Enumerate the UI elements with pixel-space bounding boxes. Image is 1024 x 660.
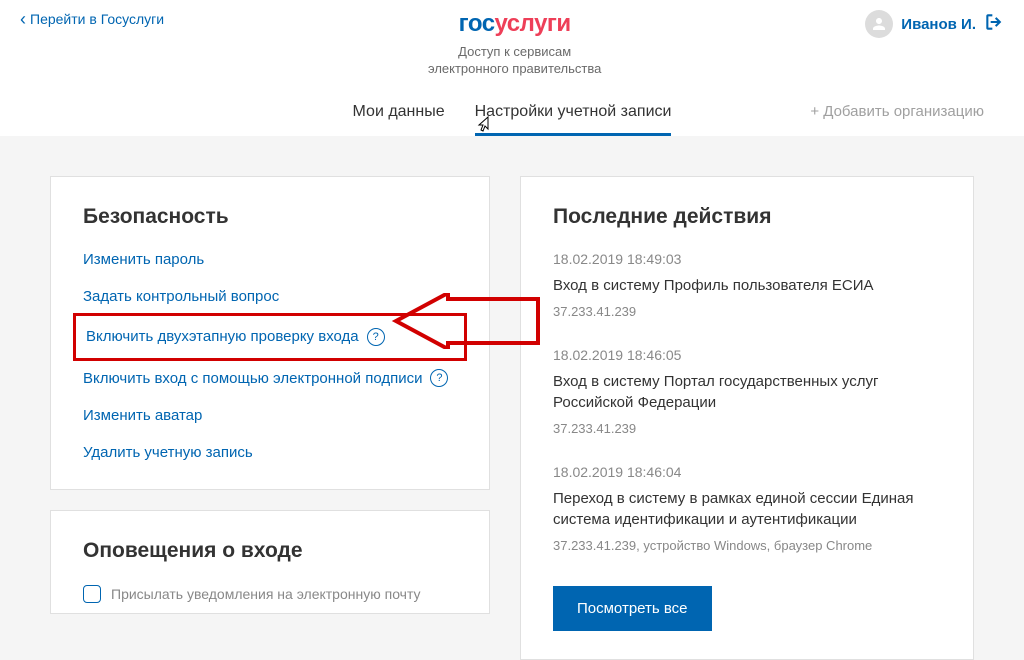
- tabs: Мои данные Настройки учетной записи + До…: [20, 103, 1004, 136]
- delete-account-link[interactable]: Удалить учетную запись: [83, 444, 253, 461]
- enable-2fa-link[interactable]: Включить двухэтапную проверку входа ?: [86, 328, 385, 346]
- header: Перейти в Госуслуги госуслуги Доступ к с…: [0, 0, 1024, 136]
- user-block: Иванов И.: [865, 10, 1004, 38]
- recent-activity-title: Последние действия: [553, 205, 941, 229]
- activity-item: 18.02.2019 18:46:04 Переход в систему в …: [553, 464, 941, 553]
- checkbox-label: Присылать уведомления на электронную поч…: [111, 586, 421, 602]
- add-organization-link[interactable]: + Добавить организацию: [810, 103, 984, 120]
- logout-icon[interactable]: [984, 12, 1004, 37]
- activity-date: 18.02.2019 18:46:05: [553, 347, 941, 363]
- change-password-link[interactable]: Изменить пароль: [83, 251, 204, 268]
- user-name[interactable]: Иванов И.: [901, 16, 976, 33]
- help-icon[interactable]: ?: [367, 328, 385, 346]
- logo: госуслуги: [164, 10, 865, 38]
- enable-signature-login-link[interactable]: Включить вход с помощью электронной подп…: [83, 369, 448, 387]
- activity-meta: 37.233.41.239: [553, 304, 941, 319]
- view-all-button[interactable]: Посмотреть все: [553, 586, 712, 631]
- highlight-annotation: Включить двухэтапную проверку входа ?: [73, 313, 467, 362]
- avatar-icon: [865, 10, 893, 38]
- tab-account-settings[interactable]: Настройки учетной записи: [475, 103, 672, 136]
- activity-item: 18.02.2019 18:46:05 Вход в систему Порта…: [553, 347, 941, 436]
- help-icon[interactable]: ?: [430, 369, 448, 387]
- activity-date: 18.02.2019 18:46:04: [553, 464, 941, 480]
- set-security-question-link[interactable]: Задать контрольный вопрос: [83, 288, 279, 305]
- activity-description: Вход в систему Портал государственных ус…: [553, 371, 941, 413]
- activity-item: 18.02.2019 18:49:03 Вход в систему Профи…: [553, 251, 941, 319]
- recent-activity-panel: Последние действия 18.02.2019 18:49:03 В…: [520, 176, 974, 660]
- back-to-gosuslugi-link[interactable]: Перейти в Госуслуги: [20, 10, 164, 28]
- notifications-title: Оповещения о входе: [83, 539, 457, 563]
- header-subtitle: Доступ к сервисам электронного правитель…: [164, 44, 865, 78]
- change-avatar-link[interactable]: Изменить аватар: [83, 407, 202, 424]
- activity-meta: 37.233.41.239, устройство Windows, брауз…: [553, 538, 941, 553]
- email-notifications-checkbox[interactable]: [83, 585, 101, 603]
- security-title: Безопасность: [83, 205, 457, 229]
- activity-date: 18.02.2019 18:49:03: [553, 251, 941, 267]
- login-notifications-panel: Оповещения о входе Присылать уведомления…: [50, 510, 490, 614]
- activity-description: Переход в систему в рамках единой сессии…: [553, 488, 941, 530]
- security-panel: Безопасность Изменить пароль Задать конт…: [50, 176, 490, 491]
- tab-my-data[interactable]: Мои данные: [353, 103, 445, 136]
- activity-meta: 37.233.41.239: [553, 421, 941, 436]
- activity-description: Вход в систему Профиль пользователя ЕСИА: [553, 275, 941, 296]
